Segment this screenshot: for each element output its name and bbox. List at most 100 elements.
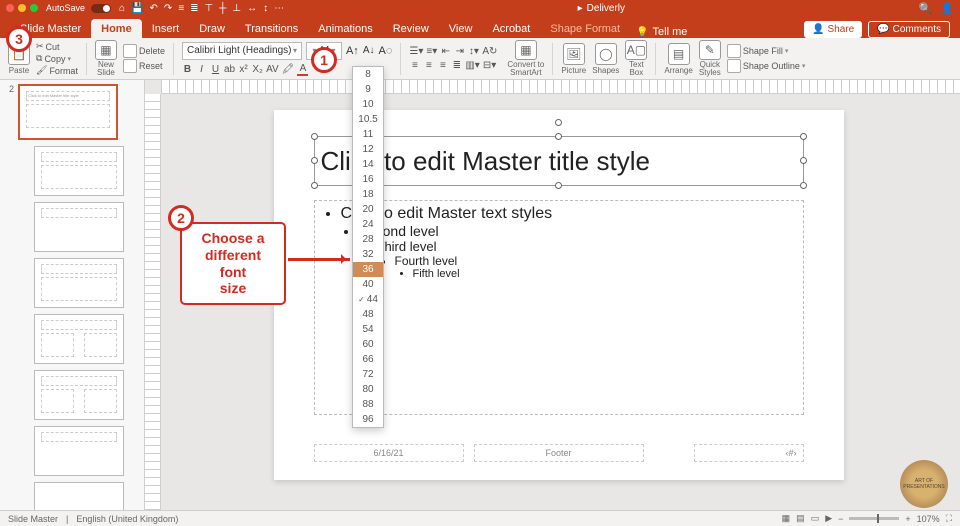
- textbox-button[interactable]: A▢: [625, 40, 647, 60]
- align-center-button[interactable]: ≡: [423, 60, 434, 71]
- font-size-option-9[interactable]: 9: [353, 82, 383, 97]
- zoom-level[interactable]: 107%: [917, 514, 940, 524]
- align-right-button[interactable]: ≡: [437, 60, 448, 71]
- layout-thumbnail[interactable]: [34, 314, 124, 364]
- font-size-option-12[interactable]: 12: [353, 142, 383, 157]
- view-sorter-icon[interactable]: ▤: [796, 513, 805, 524]
- align-top-icon[interactable]: ⊤: [205, 3, 214, 14]
- picture-button[interactable]: 🖼: [563, 43, 585, 65]
- master-thumbnail[interactable]: Click to edit Master title style: [18, 84, 118, 140]
- font-size-option-60[interactable]: 60: [353, 337, 383, 352]
- zoom-in-button[interactable]: +: [905, 514, 910, 524]
- layout-thumbnail[interactable]: [34, 202, 124, 252]
- fullscreen-window-icon[interactable]: [30, 4, 38, 12]
- italic-button[interactable]: I: [196, 64, 207, 75]
- save-icon[interactable]: 💾: [131, 3, 143, 14]
- font-size-option-28[interactable]: 28: [353, 232, 383, 247]
- align-icon-2[interactable]: ≣: [190, 3, 198, 14]
- columns-button[interactable]: ▥▾: [465, 60, 479, 71]
- font-size-option-96[interactable]: 96: [353, 412, 383, 427]
- tab-shape-format[interactable]: Shape Format: [540, 19, 630, 38]
- align-text-button[interactable]: ⊟▾: [483, 60, 496, 71]
- strike-button[interactable]: ab: [224, 64, 235, 75]
- copy-button[interactable]: ⧉Copy▾: [36, 53, 78, 64]
- close-window-icon[interactable]: [6, 4, 14, 12]
- title-placeholder[interactable]: Click to edit Master title style: [314, 136, 804, 186]
- align-bot-icon[interactable]: ⊥: [232, 3, 241, 14]
- tab-animations[interactable]: Animations: [308, 19, 382, 38]
- tab-review[interactable]: Review: [383, 19, 439, 38]
- tab-insert[interactable]: Insert: [142, 19, 190, 38]
- grow-font-button[interactable]: A↑: [346, 45, 359, 57]
- font-name-select[interactable]: Calibri Light (Headings)▾: [182, 42, 302, 60]
- zoom-slider[interactable]: [849, 517, 899, 520]
- view-slideshow-icon[interactable]: ▶: [825, 513, 832, 524]
- status-lang[interactable]: English (United Kingdom): [76, 514, 178, 524]
- font-size-option-18[interactable]: 18: [353, 187, 383, 202]
- align-mid-icon[interactable]: ┼: [219, 3, 226, 14]
- dist-h-icon[interactable]: ↔: [247, 3, 257, 14]
- quick-styles-button[interactable]: ✎: [699, 40, 721, 60]
- footer-placeholder[interactable]: Footer: [474, 444, 644, 462]
- comments-button[interactable]: 💬Comments: [868, 21, 950, 38]
- underline-button[interactable]: U: [210, 64, 221, 75]
- line-spacing-button[interactable]: ↕▾: [468, 46, 479, 57]
- font-size-option-16[interactable]: 16: [353, 172, 383, 187]
- shrink-font-button[interactable]: A↓: [363, 45, 375, 56]
- text-dir-button[interactable]: A↻: [482, 46, 497, 57]
- justify-button[interactable]: ≣: [451, 60, 462, 71]
- font-size-option-88[interactable]: 88: [353, 397, 383, 412]
- bold-button[interactable]: B: [182, 64, 193, 75]
- font-size-option-44[interactable]: 44: [353, 292, 383, 307]
- char-spacing-button[interactable]: AV: [266, 64, 279, 75]
- tab-transitions[interactable]: Transitions: [235, 19, 308, 38]
- indent-inc-button[interactable]: ⇥: [454, 46, 465, 57]
- slidenum-placeholder[interactable]: ‹#›: [694, 444, 804, 462]
- font-size-option-24[interactable]: 24: [353, 217, 383, 232]
- numbering-button[interactable]: ≡▾: [426, 46, 437, 57]
- tab-draw[interactable]: Draw: [189, 19, 235, 38]
- view-normal-icon[interactable]: ▦: [782, 513, 791, 524]
- clear-format-button[interactable]: A◌: [378, 45, 392, 57]
- search-icon[interactable]: 🔍: [919, 2, 933, 15]
- delete-button[interactable]: Delete: [123, 44, 165, 58]
- bullets-button[interactable]: ☰▾: [409, 46, 423, 57]
- autosave-toggle[interactable]: [91, 4, 111, 13]
- font-size-option-8[interactable]: 8: [353, 67, 383, 82]
- tab-home[interactable]: Home: [91, 19, 142, 38]
- font-size-option-11[interactable]: 11: [353, 127, 383, 142]
- tab-view[interactable]: View: [439, 19, 483, 38]
- indent-dec-button[interactable]: ⇤: [440, 46, 451, 57]
- share-button[interactable]: 👤Share: [804, 21, 862, 38]
- font-size-dropdown[interactable]: 891010.511121416182024283236404448546066…: [352, 66, 384, 428]
- arrange-button[interactable]: ▤: [668, 43, 690, 65]
- layout-thumbnail[interactable]: [34, 482, 124, 510]
- font-size-option-48[interactable]: 48: [353, 307, 383, 322]
- font-size-option-80[interactable]: 80: [353, 382, 383, 397]
- shape-fill-button[interactable]: Shape Fill▾: [727, 44, 806, 58]
- font-size-option-72[interactable]: 72: [353, 367, 383, 382]
- highlight-button[interactable]: 🖍: [282, 64, 295, 75]
- font-size-option-10.5[interactable]: 10.5: [353, 112, 383, 127]
- align-icon[interactable]: ≡: [178, 3, 184, 14]
- layout-thumbnail[interactable]: [34, 258, 124, 308]
- align-left-button[interactable]: ≡: [409, 60, 420, 71]
- window-controls[interactable]: [6, 4, 38, 12]
- font-size-option-20[interactable]: 20: [353, 202, 383, 217]
- qat-ext-icon[interactable]: ⋯: [274, 3, 284, 14]
- layout-thumbnail[interactable]: [34, 426, 124, 476]
- redo-icon[interactable]: ↷: [164, 3, 172, 14]
- superscript-button[interactable]: X₂: [252, 64, 263, 75]
- shapes-button[interactable]: ◯: [595, 43, 617, 65]
- minimize-window-icon[interactable]: [18, 4, 26, 12]
- thumbnail-panel[interactable]: 2 Click to edit Master title style: [0, 80, 145, 510]
- rotate-handle[interactable]: [555, 119, 562, 126]
- date-placeholder[interactable]: 6/16/21: [314, 444, 464, 462]
- convert-smartart-button[interactable]: ▦: [515, 40, 537, 60]
- font-size-option-66[interactable]: 66: [353, 352, 383, 367]
- zoom-out-button[interactable]: −: [838, 514, 843, 524]
- account-icon[interactable]: 👤: [940, 2, 954, 15]
- undo-icon[interactable]: ↶: [150, 3, 158, 14]
- home-icon[interactable]: ⌂: [119, 3, 125, 14]
- layout-thumbnail[interactable]: [34, 146, 124, 196]
